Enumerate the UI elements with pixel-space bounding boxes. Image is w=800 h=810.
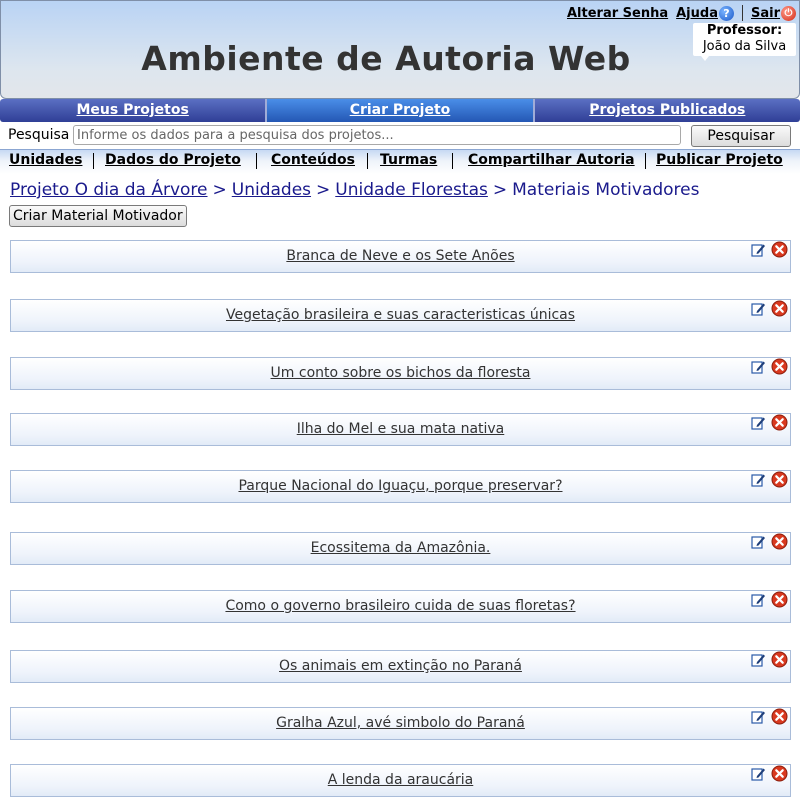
tab-projetos-publicados[interactable]: Projetos Publicados (535, 99, 800, 122)
nav-dados-do-projeto[interactable]: Dados do Projeto (105, 152, 241, 168)
nav-turmas[interactable]: Turmas (380, 152, 437, 168)
search-button[interactable]: Pesquisar (691, 125, 791, 147)
material-title[interactable]: Ecossitema da Amazônia. (11, 540, 790, 556)
top-links: Alterar Senha Ajuda ? Sair ⏻ (567, 4, 796, 22)
breadcrumb-project[interactable]: Projeto O dia da Árvore (10, 180, 208, 200)
material-row: Um conto sobre os bichos da floresta (10, 357, 791, 390)
edit-icon[interactable] (751, 709, 766, 724)
search-label: Pesquisa (8, 127, 70, 143)
breadcrumb: Projeto O dia da Árvore > Unidades > Unidade… (10, 180, 700, 200)
delete-icon[interactable] (771, 300, 788, 317)
delete-icon[interactable] (771, 358, 788, 375)
help-icon[interactable]: ? (718, 5, 734, 21)
exit-link[interactable]: Sair (751, 6, 780, 21)
edit-icon[interactable] (751, 359, 766, 374)
project-nav: Unidades Dados do Projeto Conteúdos Turm… (0, 149, 800, 174)
tab-meus-projetos[interactable]: Meus Projetos (0, 99, 268, 122)
help-link[interactable]: Ajuda (676, 6, 718, 21)
edit-icon[interactable] (751, 592, 766, 607)
nav-divider (93, 153, 94, 169)
material-row: Vegetação brasileira e suas caracteristi… (10, 299, 791, 332)
nav-divider (645, 153, 646, 169)
breadcrumb-separator: > (212, 180, 227, 200)
power-icon[interactable]: ⏻ (781, 5, 796, 21)
app-title: Ambiente de Autoria Web (141, 39, 631, 78)
change-password-link[interactable]: Alterar Senha (567, 6, 668, 21)
nav-divider (367, 153, 368, 169)
delete-icon[interactable] (771, 591, 788, 608)
delete-icon[interactable] (771, 414, 788, 431)
material-row: Os animais em extinção no Paraná (10, 650, 791, 683)
tab-criar-projeto[interactable]: Criar Projeto (267, 99, 535, 122)
material-title[interactable]: Os animais em extinção no Paraná (11, 658, 790, 674)
breadcrumb-separator: > (492, 180, 508, 200)
user-role: Professor: (706, 23, 783, 38)
material-title[interactable]: Branca de Neve e os Sete Anões (11, 248, 790, 264)
material-title[interactable]: Como o governo brasileiro cuida de suas … (11, 598, 790, 614)
edit-icon[interactable] (751, 534, 766, 549)
material-row: Gralha Azul, avé simbolo do Paraná (10, 707, 791, 740)
material-title[interactable]: A lenda da araucária (11, 772, 790, 788)
create-material-button[interactable]: Criar Material Motivador (9, 205, 187, 227)
breadcrumb-current: Materiais Motivadores (512, 180, 700, 200)
breadcrumb-separator: > (316, 180, 331, 200)
nav-divider (452, 153, 453, 169)
delete-icon[interactable] (771, 241, 788, 258)
delete-icon[interactable] (771, 651, 788, 668)
breadcrumb-units[interactable]: Unidades (232, 180, 311, 200)
nav-compartilhar-autoria[interactable]: Compartilhar Autoria (468, 152, 635, 168)
delete-icon[interactable] (771, 708, 788, 725)
delete-icon[interactable] (771, 471, 788, 488)
nav-conteudos[interactable]: Conteúdos (271, 152, 355, 168)
main-nav: Meus Projetos Criar Projeto Projetos Pub… (0, 99, 800, 122)
breadcrumb-unit[interactable]: Unidade Florestas (335, 180, 488, 200)
nav-divider (256, 153, 257, 169)
material-title[interactable]: Gralha Azul, avé simbolo do Paraná (11, 715, 790, 731)
material-row: A lenda da araucária (10, 764, 791, 797)
edit-icon[interactable] (751, 242, 766, 257)
material-title[interactable]: Um conto sobre os bichos da floresta (11, 365, 790, 381)
material-row: Branca de Neve e os Sete Anões (10, 240, 791, 273)
delete-icon[interactable] (771, 533, 788, 550)
edit-icon[interactable] (751, 472, 766, 487)
material-row: Ilha do Mel e sua mata nativa (10, 413, 791, 446)
material-title[interactable]: Parque Nacional do Iguaçu, porque preser… (11, 478, 790, 494)
header: Alterar Senha Ajuda ? Sair ⏻ Professor: … (0, 0, 800, 99)
search-bar: Pesquisa Pesquisar (0, 124, 800, 148)
edit-icon[interactable] (751, 766, 766, 781)
material-title[interactable]: Vegetação brasileira e suas caracteristi… (11, 307, 790, 323)
nav-unidades[interactable]: Unidades (9, 152, 82, 168)
search-input[interactable] (73, 125, 681, 145)
edit-icon[interactable] (751, 301, 766, 316)
material-row: Como o governo brasileiro cuida de suas … (10, 590, 791, 623)
material-row: Parque Nacional do Iguaçu, porque preser… (10, 470, 791, 503)
delete-icon[interactable] (771, 765, 788, 782)
nav-publicar-projeto[interactable]: Publicar Projeto (656, 152, 783, 168)
material-row: Ecossitema da Amazônia. (10, 532, 791, 565)
edit-icon[interactable] (751, 415, 766, 430)
edit-icon[interactable] (751, 652, 766, 667)
divider (741, 5, 743, 21)
material-title[interactable]: Ilha do Mel e sua mata nativa (11, 421, 790, 437)
